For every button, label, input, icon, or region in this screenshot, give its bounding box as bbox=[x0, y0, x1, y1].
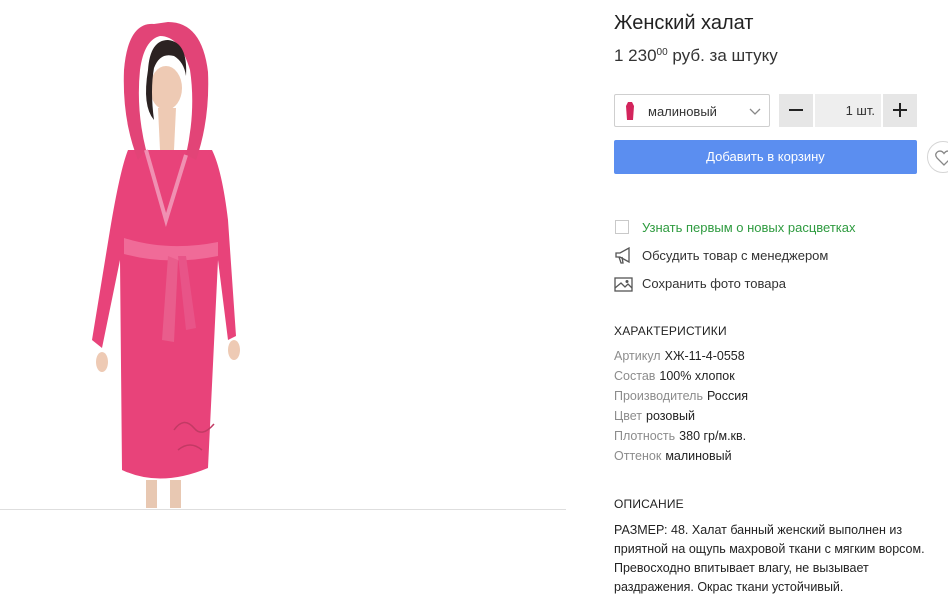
quantity-increase-button[interactable] bbox=[883, 94, 917, 127]
plus-icon bbox=[893, 103, 907, 117]
notify-checkbox[interactable] bbox=[615, 220, 629, 234]
spec-value: розовый bbox=[646, 409, 695, 423]
product-photo[interactable] bbox=[50, 10, 270, 510]
chevron-down-icon bbox=[749, 108, 761, 115]
photo-divider bbox=[0, 509, 566, 510]
price-unit: руб. за штуку bbox=[667, 46, 778, 65]
add-to-cart-button[interactable]: Добавить в корзину bbox=[614, 140, 917, 174]
product-photo-area bbox=[0, 0, 566, 510]
color-select[interactable]: малиновый bbox=[614, 94, 770, 127]
spec-value: ХЖ-11-4-0558 bbox=[664, 349, 745, 363]
color-swatch-icon bbox=[626, 102, 634, 120]
quantity-stepper: 1 шт. bbox=[779, 94, 917, 127]
spec-row-composition: Состав 100% хлопок bbox=[614, 369, 735, 383]
spec-key: Артикул bbox=[614, 349, 661, 363]
spec-value: 100% хлопок bbox=[659, 369, 735, 383]
spec-row-color: Цвет розовый bbox=[614, 409, 695, 423]
discuss-with-manager-label[interactable]: Обсудить товар с менеджером bbox=[642, 248, 828, 263]
spec-key: Производитель bbox=[614, 389, 703, 403]
spec-row-density: Плотность 380 гр/м.кв. bbox=[614, 429, 746, 443]
photo-icon bbox=[614, 277, 633, 292]
spec-key: Плотность bbox=[614, 429, 676, 443]
megaphone-icon bbox=[615, 247, 630, 264]
spec-row-manufacturer: Производитель Россия bbox=[614, 389, 748, 403]
spec-key: Цвет bbox=[614, 409, 643, 423]
spec-value: 380 гр/м.кв. bbox=[679, 429, 747, 443]
spec-value: малиновый bbox=[665, 449, 732, 463]
color-select-value: малиновый bbox=[648, 104, 717, 119]
spec-key: Оттенок bbox=[614, 449, 662, 463]
heart-icon bbox=[935, 150, 948, 166]
favorite-button[interactable] bbox=[927, 141, 948, 173]
quantity-field[interactable]: 1 шт. bbox=[815, 94, 881, 127]
product-title: Женский халат bbox=[614, 12, 754, 34]
quantity-decrease-button[interactable] bbox=[779, 94, 813, 127]
description-text: РАЗМЕР: 48. Халат банный женский выполне… bbox=[614, 523, 925, 594]
minus-icon bbox=[789, 109, 803, 111]
spec-key: Состав bbox=[614, 369, 656, 383]
notify-new-colors-label[interactable]: Узнать первым о новых расцветках bbox=[642, 220, 855, 235]
price-cents: 00 bbox=[656, 47, 668, 58]
price-main: 1 230 bbox=[614, 46, 657, 65]
spec-row-shade: Оттенок малиновый bbox=[614, 449, 732, 463]
save-photo-label[interactable]: Сохранить фото товара bbox=[642, 276, 786, 291]
description-title: ОПИСАНИЕ bbox=[614, 497, 684, 511]
spec-value: Россия bbox=[706, 389, 748, 403]
spec-row-article: Артикул ХЖ-11-4-0558 bbox=[614, 349, 745, 363]
product-price: 1 23000 руб. за штуку bbox=[614, 46, 778, 66]
characteristics-title: ХАРАКТЕРИСТИКИ bbox=[614, 324, 727, 338]
